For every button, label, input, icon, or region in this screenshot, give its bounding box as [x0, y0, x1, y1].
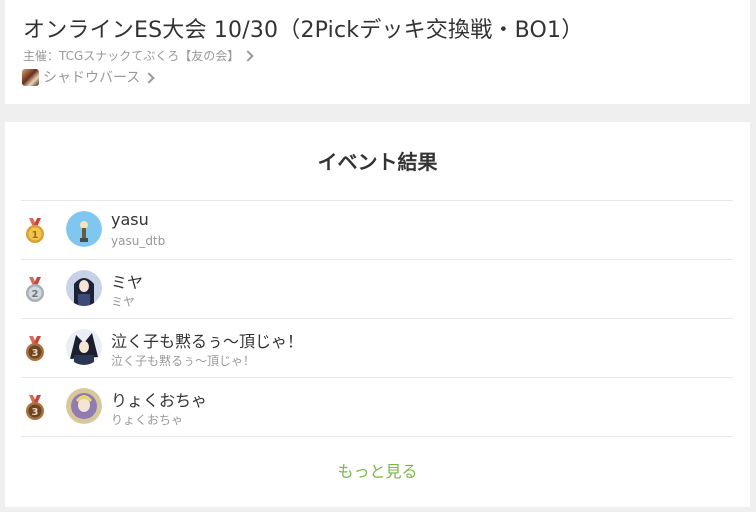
- svg-text:3: 3: [32, 407, 39, 418]
- player-handle: yasu_dtb: [111, 234, 166, 248]
- organizer-link[interactable]: 主催：TCGスナックてぶくろ【友の会】: [23, 47, 254, 64]
- player-handle: 泣く子も黙るぅ～頂じゃ！: [111, 354, 256, 368]
- game-label: シャドウバース: [43, 70, 141, 86]
- player-handle: りょくおちゃ: [111, 413, 184, 427]
- avatar[interactable]: [66, 270, 102, 306]
- results-card: イベント結果 1 yasu yasu_dtb 2 ミヤ ミヤ 3 泣く子も黙るぅ…: [5, 122, 750, 507]
- result-row[interactable]: 2 ミヤ ミヤ: [21, 259, 733, 318]
- svg-text:3: 3: [32, 348, 39, 359]
- organizer-label: 主催：TCGスナックてぶくろ【友の会】: [23, 49, 240, 63]
- result-row[interactable]: 3 りょくおちゃ りょくおちゃ: [21, 377, 733, 437]
- bronze-medal-icon: 3: [26, 336, 44, 361]
- avatar[interactable]: [66, 329, 102, 365]
- player-handle: ミヤ: [111, 295, 136, 309]
- svg-text:1: 1: [32, 230, 39, 241]
- svg-text:2: 2: [32, 289, 39, 300]
- see-more-link[interactable]: もっと見る: [5, 458, 750, 482]
- player-name[interactable]: ミヤ: [111, 269, 143, 293]
- avatar[interactable]: [66, 211, 102, 247]
- chevron-right-icon: [143, 71, 155, 84]
- chevron-right-icon: [242, 50, 254, 62]
- bronze-medal-icon: 3: [26, 395, 44, 420]
- silver-medal-icon: 2: [26, 277, 44, 302]
- event-title: オンラインES大会 10/30（2Pickデッキ交換戦・BO1）: [23, 18, 584, 43]
- player-name[interactable]: りょくおちゃ: [111, 387, 207, 411]
- gold-medal-icon: 1: [26, 218, 44, 243]
- result-row[interactable]: 3 泣く子も黙るぅ～頂じゃ！ 泣く子も黙るぅ～頂じゃ！: [21, 318, 733, 377]
- game-icon: [22, 68, 39, 86]
- results-list: 1 yasu yasu_dtb 2 ミヤ ミヤ 3 泣く子も黙るぅ～頂じゃ！ 泣…: [21, 200, 733, 437]
- result-row[interactable]: 1 yasu yasu_dtb: [21, 200, 733, 259]
- player-name[interactable]: yasu: [111, 210, 149, 229]
- player-name[interactable]: 泣く子も黙るぅ～頂じゃ！: [111, 328, 303, 352]
- game-link[interactable]: シャドウバース: [22, 67, 155, 87]
- results-title: イベント結果: [317, 150, 438, 174]
- event-header-card: オンラインES大会 10/30（2Pickデッキ交換戦・BO1） 主催：TCGス…: [5, 0, 750, 104]
- avatar[interactable]: [66, 388, 102, 424]
